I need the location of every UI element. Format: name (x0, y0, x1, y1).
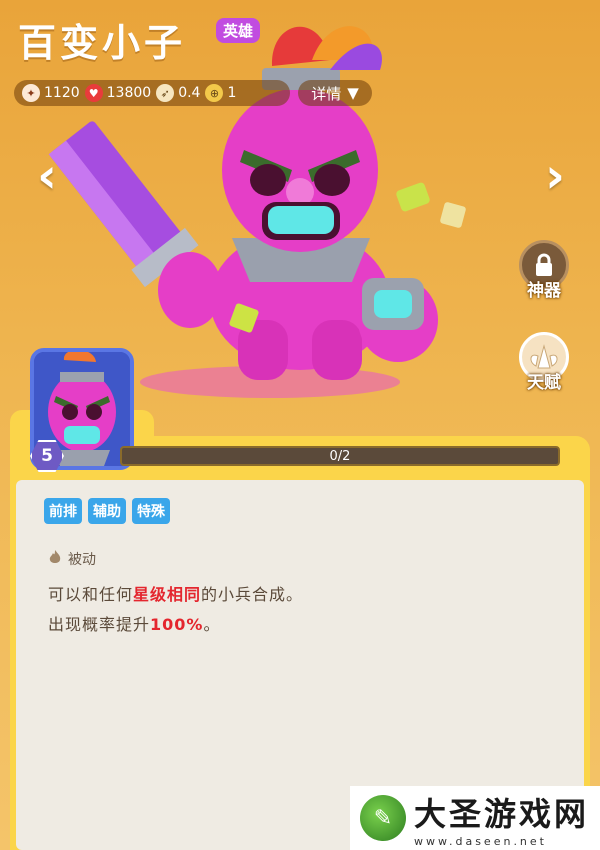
role-tags: 前排 辅助 特殊 (44, 498, 170, 524)
attack-icon: ✦ (22, 84, 40, 102)
talent-button[interactable]: 天赋 (516, 332, 572, 393)
stat-speed-value: 0.4 (178, 85, 201, 101)
heart-icon: ♥ (84, 84, 103, 102)
details-label: 详情 (311, 84, 342, 103)
previous-hero-arrow-icon[interactable]: ‹ (30, 150, 64, 202)
tag-special: 特殊 (132, 498, 170, 524)
speed-icon: ➶ (156, 84, 175, 102)
skill-line-2-post: 。 (203, 615, 221, 634)
skill-line-2-pre: 出现概率提升 (48, 615, 151, 634)
stat-attack: ✦ 1120 (22, 84, 80, 102)
stat-range: ⊕ 1 (205, 84, 236, 102)
stat-range-value: 1 (227, 85, 237, 101)
skill-line-1: 可以和任何星级相同的小兵合成。 (48, 580, 303, 610)
watermark-title: 大圣游戏网 (414, 794, 590, 833)
range-icon: ⊕ (205, 84, 224, 102)
rarity-badge: 英雄 (216, 18, 261, 43)
skill-line-2: 出现概率提升100%。 (48, 610, 303, 640)
upgrade-progress-text: 0/2 (329, 448, 351, 464)
skill-line-1-pre: 可以和任何 (48, 585, 134, 604)
skill-line-1-post: 的小兵合成。 (201, 585, 304, 604)
tag-frontline: 前排 (44, 498, 82, 524)
watermark: ✎ 大圣游戏网 www.daseen.net (350, 786, 600, 850)
stat-health: ♥ 13800 (84, 84, 152, 102)
hero-name: 百变小子 (18, 21, 187, 65)
skill-description: 可以和任何星级相同的小兵合成。 出现概率提升100%。 (48, 580, 303, 640)
upgrade-progress-bar: 0/2 (120, 446, 560, 466)
talent-label: 天赋 (527, 373, 561, 393)
watermark-url: www.daseen.net (414, 834, 547, 848)
skill-line-1-highlight: 星级相同 (133, 585, 202, 604)
stat-attack-value: 1120 (44, 85, 80, 101)
skill-type-label: 被动 (68, 552, 96, 568)
site-logo-icon: ✎ (360, 795, 406, 841)
artifact-label: 神器 (527, 281, 561, 301)
flame-icon (48, 549, 62, 569)
next-hero-arrow-icon[interactable]: › (538, 150, 572, 202)
stat-speed: ➶ 0.4 (156, 84, 200, 102)
details-button[interactable]: 详情 ▼ (298, 80, 372, 106)
skill-type: 被动 (48, 549, 96, 569)
artifact-button[interactable]: 神器 (516, 240, 572, 301)
tag-support: 辅助 (88, 498, 126, 524)
stat-health-value: 13800 (106, 85, 152, 101)
stats-bar: ✦ 1120 ♥ 13800 ➶ 0.4 ⊕ 1 (14, 80, 290, 106)
chevron-down-icon: ▼ (347, 84, 359, 102)
skill-line-2-highlight: 100% (150, 615, 204, 634)
